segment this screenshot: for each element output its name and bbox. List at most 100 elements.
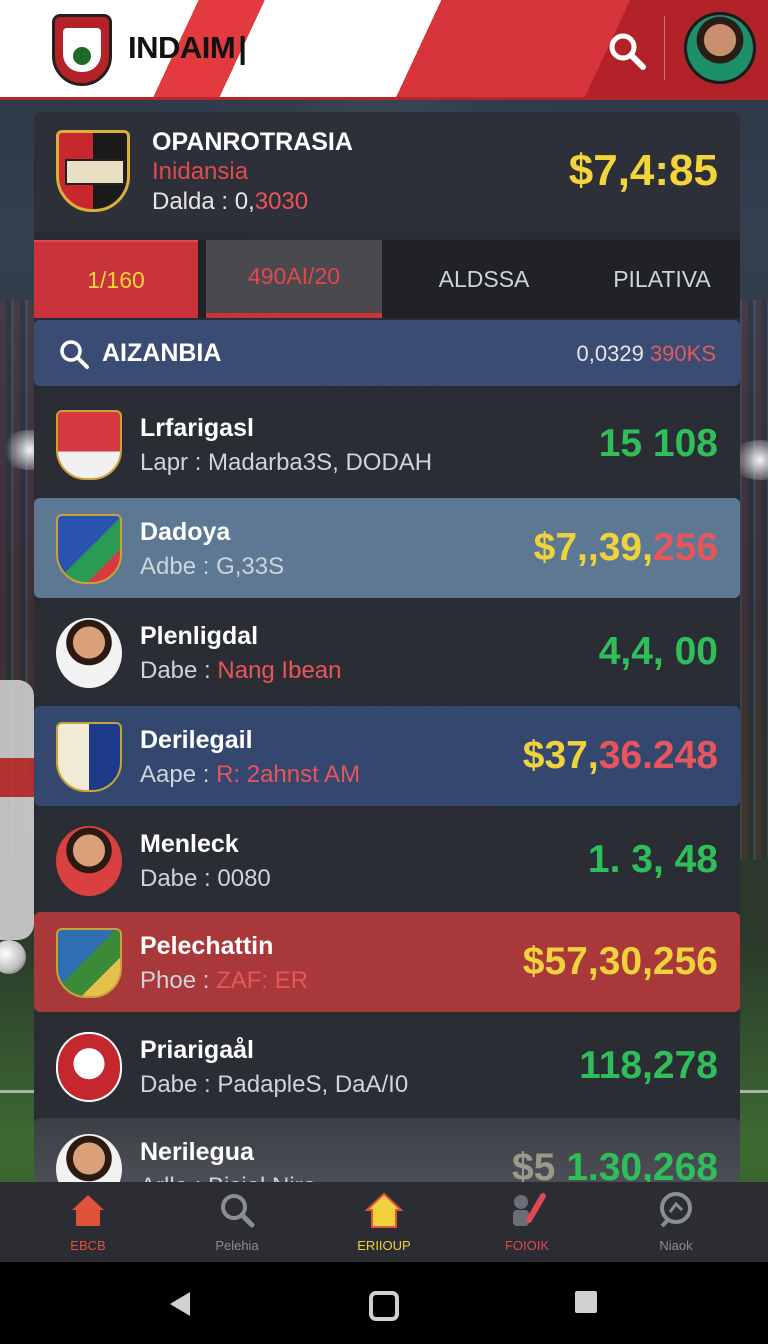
nav-group[interactable]: ERIIOUP [324,1190,444,1260]
list-item-sub: Arlla : Bisial Niro [140,1173,316,1182]
list-item-value-a: $7,,39, [533,526,653,569]
list-item-value: 4,4, 00 [598,630,718,673]
nav-group-label: ERIIOUP [357,1238,411,1253]
recents-icon[interactable] [574,1290,598,1314]
search-icon [60,340,89,369]
nav-players[interactable]: FOIOIK [467,1190,587,1260]
list-item-sub-value: R: 2ahnst AM [216,761,361,788]
list-item-sub: Adbe : G,33S [140,553,284,581]
home-icon [72,1195,104,1226]
list-item-sub-label: Dabe : [140,657,211,684]
list-item-sub: Lapr : Madarba3S, DODAH [140,449,432,477]
user-avatar[interactable] [684,12,756,84]
list-item-value: $7,,39,256 [534,526,718,570]
team-meta-label: Dalda : [152,188,229,215]
app-header: INDAIM|UDDASIA [0,0,768,100]
list-item-value: 15 108 [598,422,718,465]
tab-4[interactable]: PILATIVA [584,240,740,318]
team-name: OPANROTRASIA [152,128,353,156]
list-item[interactable]: Lrfarigasl Lapr : Madarba3S, DODAH 15 10… [34,394,740,494]
nav-stats[interactable]: Niaok [616,1190,736,1260]
app-logo[interactable] [52,14,112,86]
home-active-icon [364,1192,404,1228]
list-item-sub: Phoe : ZAF: ER [140,967,308,995]
background-player [0,680,34,940]
list-item-value: $37,36.248 [523,734,718,778]
list-item-sub-value: Bisial Niro [208,1173,316,1182]
list-item-value: 1. 3, 48 [587,838,718,881]
nav-home[interactable]: EBCB [28,1190,148,1260]
team-summary-card[interactable]: OPANROTRASIA Inidansia Dalda : 0,3030 $7… [34,112,740,232]
header-divider [664,16,665,80]
header-search-button[interactable] [606,30,648,72]
list-item-sub-label: Dabe : [140,865,211,892]
nav-stats-label: Niaok [659,1238,693,1253]
search-label: AIZANBIA [102,339,222,367]
home-button-icon[interactable] [368,1290,400,1322]
players-icon [513,1193,546,1226]
nav-home-label: EBCB [70,1238,106,1253]
list-item-sub-label: Aape : [140,761,210,788]
list-item-name: Plenligdal [140,622,259,650]
list-item-sub-label: Adbe : [140,553,210,580]
list-item-sub-value: PadapleS, DaA/I0 [217,1071,409,1098]
team-meta: Dalda : 0,3030 [152,188,308,216]
search-meta: 0,0329 390KS [577,341,716,367]
search-icon [609,33,646,70]
list-item-value: $5 1.30,268 [512,1146,718,1182]
main-panel: OPANROTRASIA Inidansia Dalda : 0,3030 $7… [34,112,740,1182]
list-item-value-a: $5 [511,1146,556,1182]
list-item-name: Nerilegua [140,1138,254,1166]
app-title-part2: UDDASIA [249,30,388,65]
player-avatar [56,1134,122,1182]
stats-icon [660,1192,692,1228]
list-item[interactable]: Nerilegua Arlla : Bisial Niro $5 1.30,26… [34,1118,740,1182]
bottom-navigation: EBCB Pelehia ERIIOUP FOIOIK Niaok [0,1182,768,1262]
club-crest-icon [56,410,122,480]
list-item-sub-value: Madarba3S, DODAH [208,449,433,476]
tab-1[interactable]: 1/160 [34,240,198,318]
app-title-separator: | [238,30,247,65]
back-icon[interactable] [168,1290,192,1318]
nav-search[interactable]: Pelehia [177,1190,297,1260]
team-price: $7,4:85 [568,146,718,195]
list-item-value: 118,278 [579,1044,718,1087]
list-item-name: Dadoya [140,518,231,546]
tab-bar: 1/160 490AI/20 ALDSSA PILATIVA [34,240,740,318]
club-crest-icon [56,722,122,792]
list-item-sub-value: G,33S [216,553,285,580]
nav-players-label: FOIOIK [504,1238,550,1253]
team-meta-value-b: 3030 [254,188,309,215]
team-crest-icon [56,130,130,212]
tab-3[interactable]: ALDSSA [394,240,574,318]
list-item-name: Lrfarigasl [140,414,254,442]
list-item-name: Derilegail [140,726,253,754]
team-meta-value-a: 0, [234,188,255,215]
list-item[interactable]: Priarigaål Dabe : PadapleS, DaA/I0 118,2… [34,1016,740,1116]
list-item-value-b: 36.248 [598,734,718,777]
club-crest-icon [56,928,122,998]
list-item[interactable]: Menleck Dabe : 0080 1. 3, 48 [34,810,740,910]
list-item-name: Menleck [140,830,239,858]
list-item-sub-label: Phoe : [140,967,210,994]
list-item-sub-value: 0080 [217,865,271,892]
club-crest-icon [56,514,122,584]
tab-2[interactable]: 490AI/20 [206,240,382,318]
nav-search-label: Pelehia [215,1238,259,1253]
list-item-sub-label: Lapr : [140,449,202,476]
search-meta-b: 390KS [649,341,716,366]
list-item-sub: Dabe : PadapleS, DaA/I0 [140,1071,408,1099]
list-item-sub-value: ZAF: ER [216,967,309,994]
list-item-value-b: 256 [652,526,718,569]
list-item-name: Priarigaål [140,1036,254,1064]
search-bar[interactable]: AIZANBIA 0,0329 390KS [34,320,740,386]
list-item-value-a: $57,30,256 [522,940,718,983]
list-item[interactable]: Plenligdal Dabe : Nang Ibean 4,4, 00 [34,602,740,702]
search-meta-a: 0,0329 [576,341,644,366]
app-title: INDAIM|UDDASIA [128,30,388,66]
list-item[interactable]: Derilegail Aape : R: 2ahnst AM $37,36.24… [34,706,740,806]
list-item[interactable]: Dadoya Adbe : G,33S $7,,39,256 [34,498,740,598]
list-item[interactable]: Pelechattin Phoe : ZAF: ER $57,30,256 [34,912,740,1012]
list-item-value-a: $37, [522,734,599,777]
team-country: Inidansia [152,158,249,185]
